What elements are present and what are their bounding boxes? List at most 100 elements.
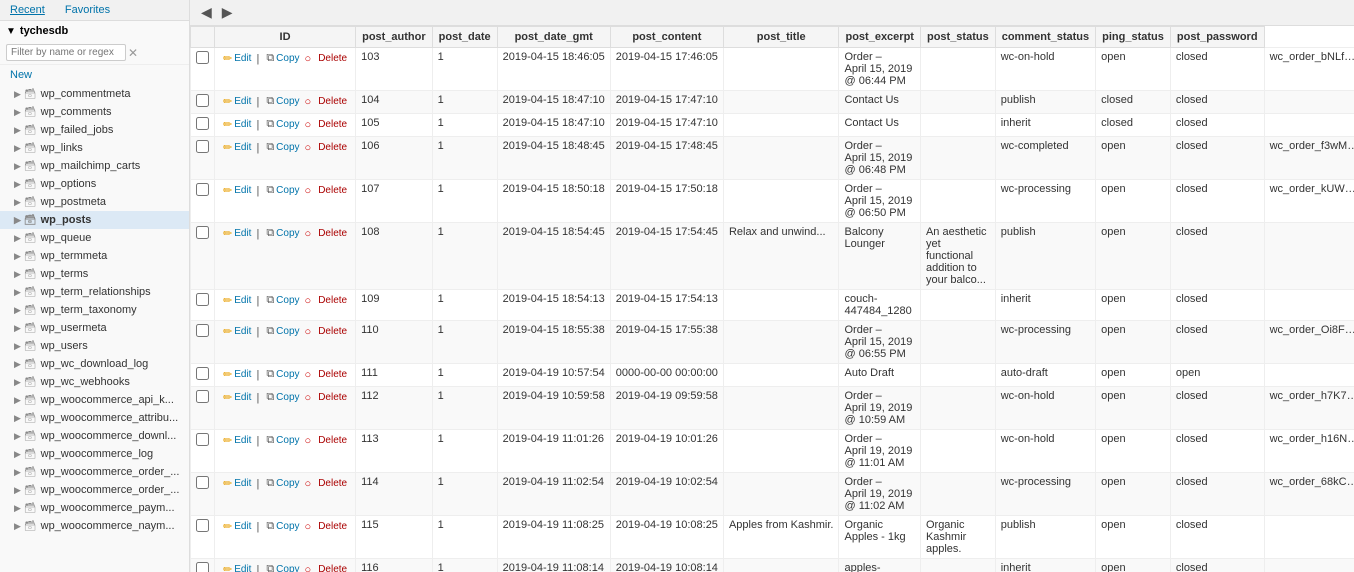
sidebar-item-wp-woocommerce-paym---[interactable]: ▶🗃wp_woocommerce_paym... xyxy=(0,499,189,517)
col-comment-status[interactable]: comment_status xyxy=(995,27,1095,48)
delete-button[interactable]: Delete xyxy=(315,325,350,338)
col-post-date[interactable]: post_date xyxy=(432,27,497,48)
col-post-author[interactable]: post_author xyxy=(356,27,433,48)
delete-button[interactable]: Delete xyxy=(315,368,350,381)
col-post-status[interactable]: post_status xyxy=(920,27,995,48)
edit-button[interactable]: ✏Edit xyxy=(220,367,254,382)
col-ping-status[interactable]: ping_status xyxy=(1096,27,1171,48)
sidebar-item-wp-term-relationships[interactable]: ▶🗃wp_term_relationships xyxy=(0,283,189,301)
row-checkbox[interactable] xyxy=(196,293,209,306)
copy-button[interactable]: ⧉Copy xyxy=(263,117,302,132)
back-button[interactable]: ◀ xyxy=(198,4,215,21)
row-checkbox[interactable] xyxy=(196,117,209,130)
forward-button[interactable]: ▶ xyxy=(219,4,236,21)
edit-button[interactable]: ✏Edit xyxy=(220,226,254,241)
row-checkbox[interactable] xyxy=(196,140,209,153)
sidebar-item-wp-options[interactable]: ▶🗃wp_options xyxy=(0,175,189,193)
delete-button[interactable]: Delete xyxy=(315,184,350,197)
delete-button[interactable]: Delete xyxy=(315,563,350,572)
filter-clear-icon[interactable]: ✕ xyxy=(128,46,138,60)
tab-favorites[interactable]: Favorites xyxy=(55,0,120,20)
delete-button[interactable]: Delete xyxy=(315,294,350,307)
edit-button[interactable]: ✏Edit xyxy=(220,519,254,534)
copy-button[interactable]: ⧉Copy xyxy=(263,226,302,241)
copy-button[interactable]: ⧉Copy xyxy=(263,519,302,534)
row-checkbox[interactable] xyxy=(196,183,209,196)
sidebar-item-wp-woocommerce-order----[interactable]: ▶🗃wp_woocommerce_order_... xyxy=(0,481,189,499)
col-post-title[interactable]: post_title xyxy=(723,27,839,48)
row-checkbox[interactable] xyxy=(196,519,209,532)
row-checkbox[interactable] xyxy=(196,226,209,239)
copy-button[interactable]: ⧉Copy xyxy=(263,476,302,491)
edit-button[interactable]: ✏Edit xyxy=(220,183,254,198)
copy-button[interactable]: ⧉Copy xyxy=(263,390,302,405)
delete-button[interactable]: Delete xyxy=(315,141,350,154)
sidebar-item-wp-woocommerce-log[interactable]: ▶🗃wp_woocommerce_log xyxy=(0,445,189,463)
delete-button[interactable]: Delete xyxy=(315,52,350,65)
sidebar-item-wp-woocommerce-api-k---[interactable]: ▶🗃wp_woocommerce_api_k... xyxy=(0,391,189,409)
sidebar-item-wp-usermeta[interactable]: ▶🗃wp_usermeta xyxy=(0,319,189,337)
row-checkbox[interactable] xyxy=(196,324,209,337)
sidebar-item-wp-woocommerce-naym---[interactable]: ▶🗃wp_woocommerce_naym... xyxy=(0,517,189,535)
sidebar-item-wp-users[interactable]: ▶🗃wp_users xyxy=(0,337,189,355)
edit-button[interactable]: ✏Edit xyxy=(220,476,254,491)
copy-button[interactable]: ⧉Copy xyxy=(263,94,302,109)
sidebar-item-wp-terms[interactable]: ▶🗃wp_terms xyxy=(0,265,189,283)
row-checkbox[interactable] xyxy=(196,51,209,64)
row-checkbox[interactable] xyxy=(196,476,209,489)
sidebar-item-wp-woocommerce-order----[interactable]: ▶🗃wp_woocommerce_order_... xyxy=(0,463,189,481)
edit-button[interactable]: ✏Edit xyxy=(220,562,254,572)
col-id[interactable]: ID xyxy=(215,27,356,48)
copy-button[interactable]: ⧉Copy xyxy=(263,433,302,448)
copy-button[interactable]: ⧉Copy xyxy=(263,140,302,155)
copy-button[interactable]: ⧉Copy xyxy=(263,367,302,382)
delete-button[interactable]: Delete xyxy=(315,118,350,131)
sidebar-item-wp-links[interactable]: ▶🗃wp_links xyxy=(0,139,189,157)
row-checkbox[interactable] xyxy=(196,390,209,403)
tab-recent[interactable]: Recent xyxy=(0,0,55,20)
edit-button[interactable]: ✏Edit xyxy=(220,390,254,405)
sidebar-item-wp-comments[interactable]: ▶🗃wp_comments xyxy=(0,103,189,121)
col-post-date-gmt[interactable]: post_date_gmt xyxy=(497,27,610,48)
edit-button[interactable]: ✏Edit xyxy=(220,94,254,109)
sidebar-item-wp-termmeta[interactable]: ▶🗃wp_termmeta xyxy=(0,247,189,265)
col-post-content[interactable]: post_content xyxy=(610,27,723,48)
delete-button[interactable]: Delete xyxy=(315,520,350,533)
edit-button[interactable]: ✏Edit xyxy=(220,51,254,66)
copy-button[interactable]: ⧉Copy xyxy=(263,183,302,198)
delete-button[interactable]: Delete xyxy=(315,95,350,108)
sidebar-item-wp-wc-download-log[interactable]: ▶🗃wp_wc_download_log xyxy=(0,355,189,373)
delete-button[interactable]: Delete xyxy=(315,477,350,490)
sidebar-item-wp-woocommerce-downl---[interactable]: ▶🗃wp_woocommerce_downl... xyxy=(0,427,189,445)
edit-button[interactable]: ✏Edit xyxy=(220,117,254,132)
copy-button[interactable]: ⧉Copy xyxy=(263,293,302,308)
sidebar-item-wp-woocommerce-attribu---[interactable]: ▶🗃wp_woocommerce_attribu... xyxy=(0,409,189,427)
copy-button[interactable]: ⧉Copy xyxy=(263,562,302,572)
col-post-excerpt[interactable]: post_excerpt xyxy=(839,27,920,48)
sidebar-db-header[interactable]: ▼ tychesdb xyxy=(0,21,189,41)
delete-button[interactable]: Delete xyxy=(315,434,350,447)
copy-button[interactable]: ⧉Copy xyxy=(263,51,302,66)
edit-button[interactable]: ✏Edit xyxy=(220,324,254,339)
col-post-password[interactable]: post_password xyxy=(1170,27,1264,48)
edit-button[interactable]: ✏Edit xyxy=(220,433,254,448)
sidebar-item-wp-postmeta[interactable]: ▶🗃wp_postmeta xyxy=(0,193,189,211)
delete-button[interactable]: Delete xyxy=(315,391,350,404)
edit-button[interactable]: ✏Edit xyxy=(220,140,254,155)
sidebar-item-wp-wc-webhooks[interactable]: ▶🗃wp_wc_webhooks xyxy=(0,373,189,391)
row-checkbox[interactable] xyxy=(196,433,209,446)
sidebar-item-wp-mailchimp-carts[interactable]: ▶🗃wp_mailchimp_carts xyxy=(0,157,189,175)
sidebar-item-wp-commentmeta[interactable]: ▶🗃wp_commentmeta xyxy=(0,85,189,103)
sidebar-item-wp-posts[interactable]: ▶🗃wp_posts xyxy=(0,211,189,229)
sidebar-item-wp-term-taxonomy[interactable]: ▶🗃wp_term_taxonomy xyxy=(0,301,189,319)
sidebar-item-wp-failed-jobs[interactable]: ▶🗃wp_failed_jobs xyxy=(0,121,189,139)
delete-button[interactable]: Delete xyxy=(315,227,350,240)
filter-input[interactable] xyxy=(6,44,126,61)
row-checkbox[interactable] xyxy=(196,562,209,572)
new-table-button[interactable]: New xyxy=(0,65,189,85)
sidebar-item-wp-queue[interactable]: ▶🗃wp_queue xyxy=(0,229,189,247)
edit-button[interactable]: ✏Edit xyxy=(220,293,254,308)
row-checkbox[interactable] xyxy=(196,94,209,107)
row-checkbox[interactable] xyxy=(196,367,209,380)
copy-button[interactable]: ⧉Copy xyxy=(263,324,302,339)
